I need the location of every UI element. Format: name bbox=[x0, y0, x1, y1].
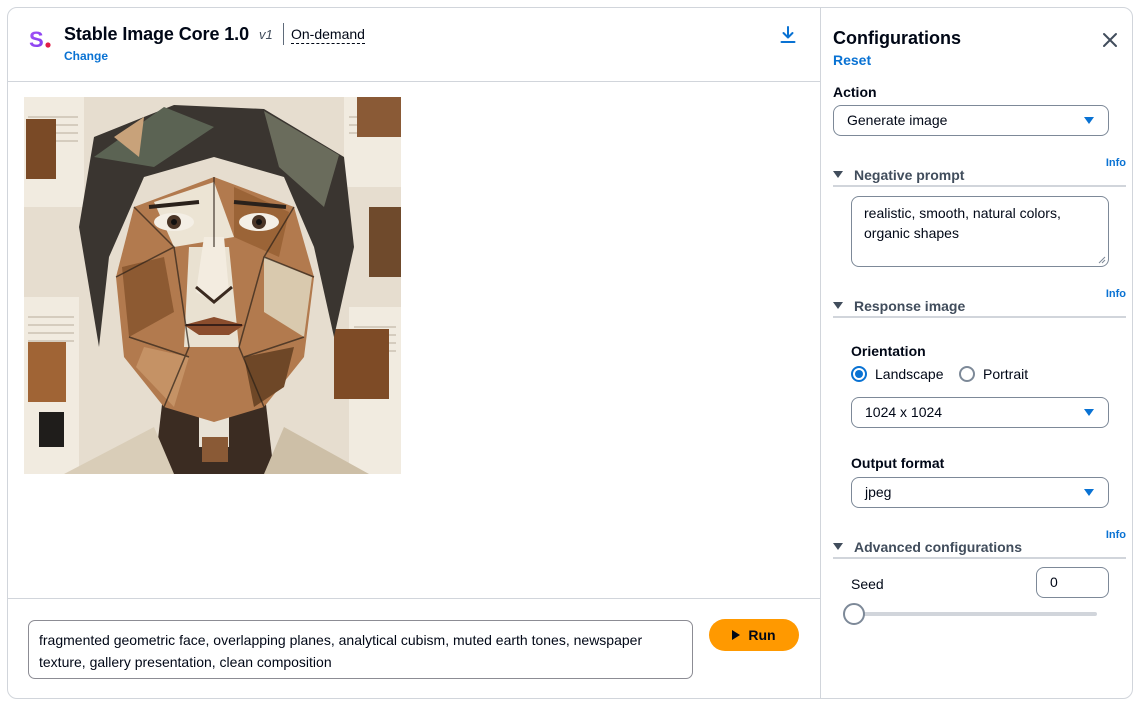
model-version: v1 bbox=[259, 27, 273, 42]
caret-down-icon bbox=[1084, 409, 1094, 416]
seed-slider-track[interactable] bbox=[851, 612, 1097, 616]
caret-down-icon bbox=[1084, 489, 1094, 496]
svg-text:S: S bbox=[29, 27, 44, 51]
logo-icon: S bbox=[29, 27, 51, 51]
run-button[interactable]: Run bbox=[709, 619, 799, 651]
radio-unselected-icon bbox=[959, 366, 975, 382]
play-icon bbox=[732, 630, 741, 640]
output-format-select[interactable]: jpeg bbox=[851, 477, 1109, 508]
model-name: Stable Image Core 1.0 bbox=[64, 24, 249, 44]
response-image-info-link[interactable]: Info bbox=[1106, 288, 1126, 300]
orientation-landscape-label: Landscape bbox=[875, 366, 944, 382]
action-select-value: Generate image bbox=[847, 112, 948, 128]
orientation-label: Orientation bbox=[851, 343, 926, 359]
seed-input[interactable]: 0 bbox=[1036, 567, 1109, 598]
radio-selected-icon bbox=[851, 366, 867, 382]
run-button-label: Run bbox=[748, 627, 776, 643]
orientation-portrait-radio[interactable]: Portrait bbox=[959, 366, 1028, 382]
model-mode[interactable]: On-demand bbox=[291, 26, 365, 44]
negative-prompt-info-link[interactable]: Info bbox=[1106, 157, 1126, 169]
negative-prompt-title: Negative prompt bbox=[854, 167, 965, 183]
image-size-select[interactable]: 1024 x 1024 bbox=[851, 397, 1109, 428]
app-frame: S Stable Image Core 1.0 v1 On-demand Cha… bbox=[7, 7, 1133, 699]
download-icon[interactable] bbox=[778, 25, 798, 45]
orientation-landscape-radio[interactable]: Landscape bbox=[851, 366, 944, 382]
change-model-link[interactable]: Change bbox=[64, 49, 108, 63]
caret-down-icon bbox=[1084, 117, 1094, 124]
action-select[interactable]: Generate image bbox=[833, 105, 1109, 136]
playground-panel: S Stable Image Core 1.0 v1 On-demand Cha… bbox=[8, 8, 820, 698]
expand-triangle-icon bbox=[833, 543, 843, 550]
output-canvas bbox=[8, 83, 820, 598]
expand-triangle-icon bbox=[833, 171, 843, 178]
header-divider bbox=[283, 23, 284, 45]
model-header: S Stable Image Core 1.0 v1 On-demand Cha… bbox=[8, 8, 820, 82]
output-format-value: jpeg bbox=[865, 484, 892, 500]
reset-link[interactable]: Reset bbox=[833, 52, 871, 68]
negative-prompt-input[interactable]: realistic, smooth, natural colors, organ… bbox=[851, 196, 1109, 267]
resize-grip-icon[interactable] bbox=[1098, 256, 1106, 264]
prompt-bar: fragmented geometric face, overlapping p… bbox=[8, 598, 820, 698]
configurations-panel: Configurations Reset Action Generate ima… bbox=[820, 8, 1132, 698]
seed-label: Seed bbox=[851, 576, 884, 592]
advanced-configurations-section[interactable]: Advanced configurations Info bbox=[833, 529, 1126, 559]
output-format-label: Output format bbox=[851, 455, 945, 471]
seed-slider-thumb[interactable] bbox=[843, 603, 865, 625]
response-image-title: Response image bbox=[854, 298, 966, 314]
configurations-title: Configurations bbox=[833, 28, 961, 48]
close-icon[interactable] bbox=[1102, 32, 1118, 48]
advanced-configurations-info-link[interactable]: Info bbox=[1106, 529, 1126, 541]
response-image-section[interactable]: Response image Info bbox=[833, 288, 1126, 318]
generated-image bbox=[24, 97, 401, 474]
image-size-value: 1024 x 1024 bbox=[865, 404, 943, 420]
action-label: Action bbox=[833, 84, 877, 100]
prompt-input[interactable]: fragmented geometric face, overlapping p… bbox=[28, 620, 693, 679]
advanced-configurations-title: Advanced configurations bbox=[854, 539, 1023, 555]
expand-triangle-icon bbox=[833, 302, 843, 309]
negative-prompt-text: realistic, smooth, natural colors, organ… bbox=[864, 205, 1061, 241]
orientation-portrait-label: Portrait bbox=[983, 366, 1029, 382]
negative-prompt-section[interactable]: Negative prompt Info bbox=[833, 157, 1126, 187]
